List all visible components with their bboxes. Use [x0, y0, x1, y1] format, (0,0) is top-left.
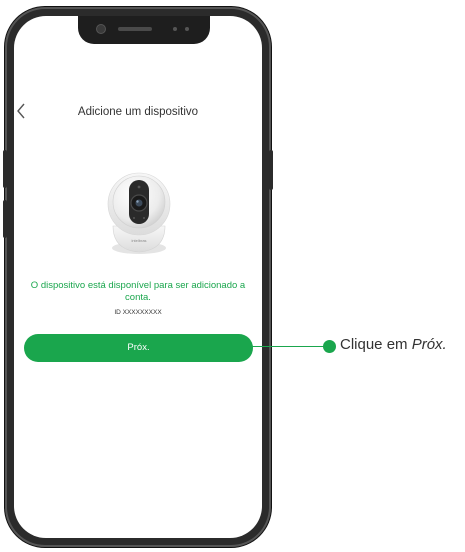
camera-device-image: intelbras [107, 172, 171, 254]
callout-text: Clique em Próx. [340, 336, 447, 353]
callout-emphasis: Próx. [411, 336, 447, 353]
phone-side-button-left-bottom [3, 200, 7, 238]
sensor-dot [173, 27, 177, 31]
callout-prefix: Clique em [340, 336, 412, 353]
phone-side-button-left-top [3, 150, 7, 188]
sensor-dot [185, 27, 189, 31]
speaker-grille [118, 27, 152, 31]
device-id-label: ID XXXXXXXXX [114, 309, 162, 316]
callout-line [234, 346, 330, 347]
phone-notch [78, 16, 210, 44]
next-button[interactable]: Próx. [24, 334, 253, 362]
device-brand-label: intelbras [131, 238, 146, 243]
front-camera-icon [96, 24, 106, 34]
phone-screen: Adicione um dispositivo intelbras O disp… [14, 16, 262, 538]
callout-dot [323, 340, 336, 353]
page-title: Adicione um dispositivo [77, 106, 199, 118]
device-available-message: O dispositivo está disponível para ser a… [30, 280, 246, 303]
phone-side-button-right [269, 150, 273, 190]
